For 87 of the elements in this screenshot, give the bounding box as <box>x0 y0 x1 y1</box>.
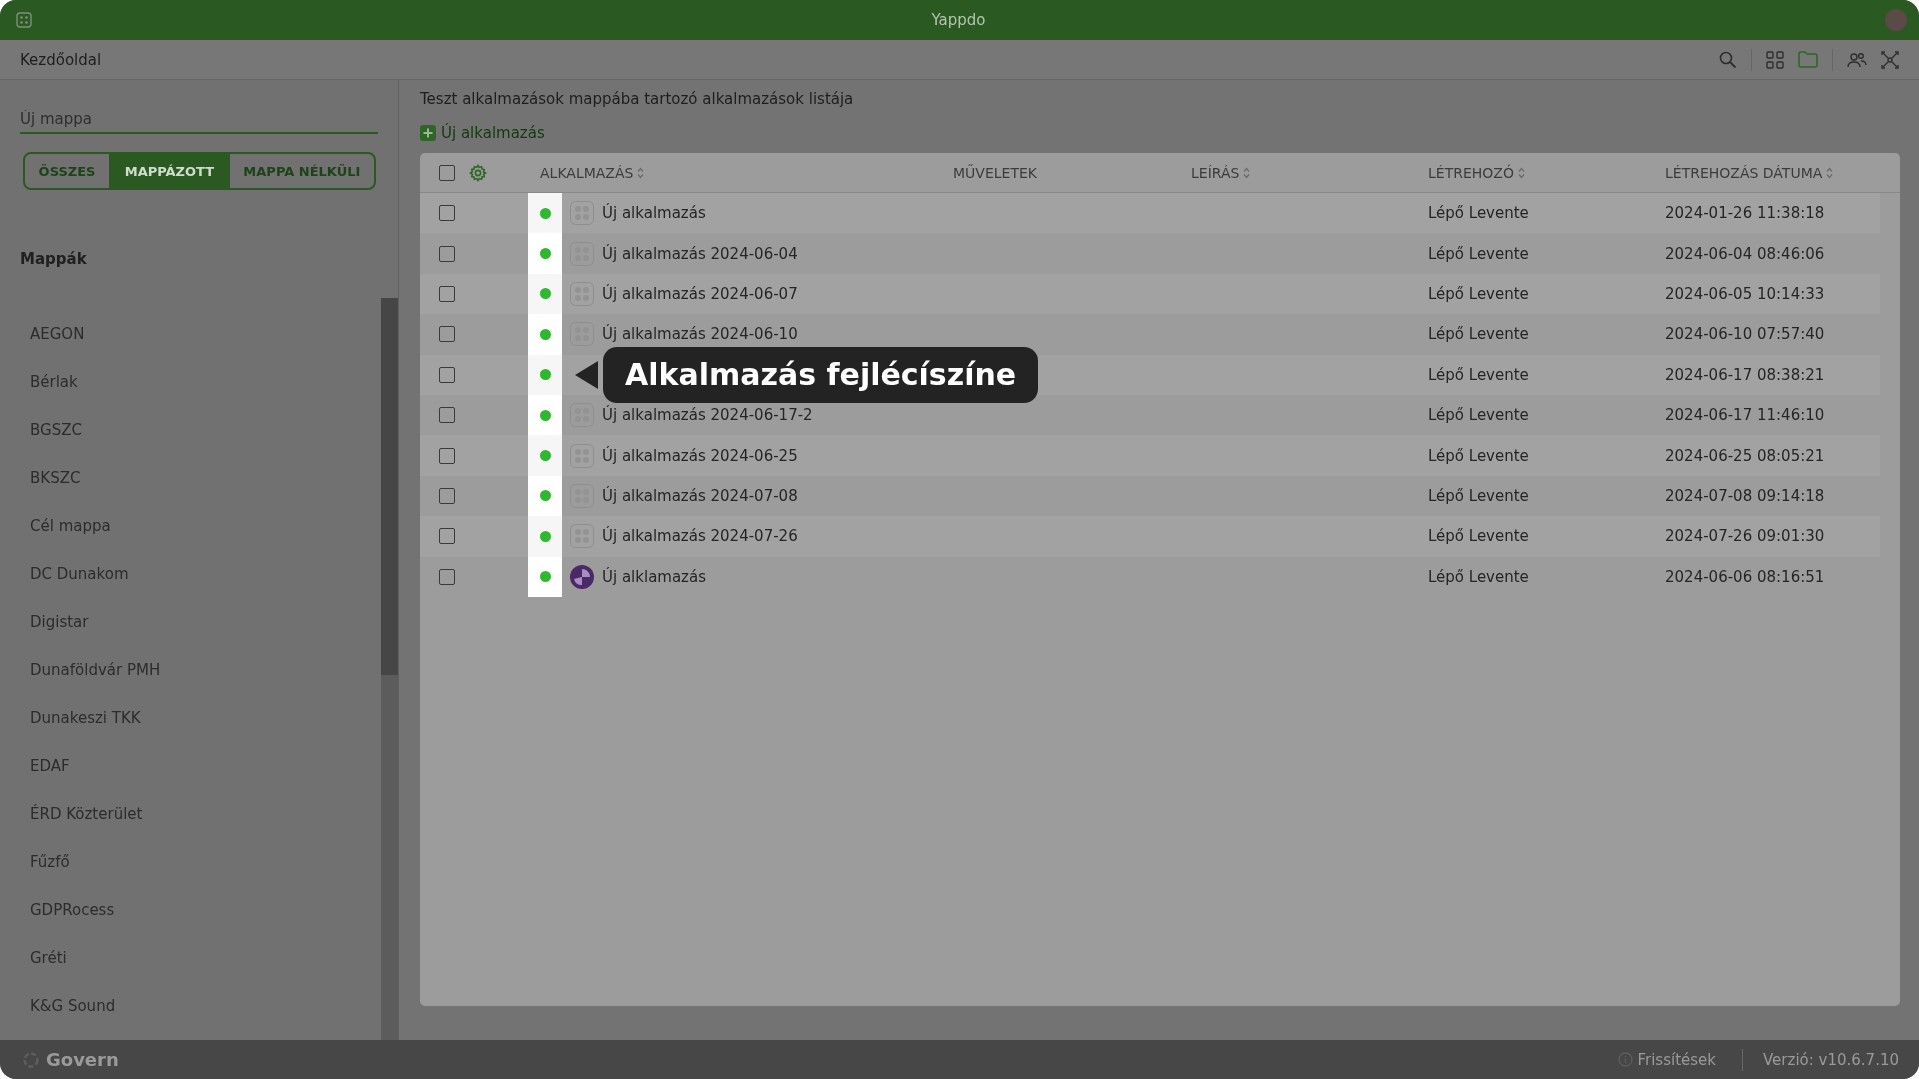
folder-item[interactable]: Gréti <box>0 934 381 982</box>
sort-icon <box>1517 166 1525 179</box>
app-name[interactable]: Új alkalmazás <box>602 204 706 223</box>
new-app-button[interactable]: Új alkalmazás <box>420 124 545 142</box>
folders-heading: Mappák <box>20 250 88 268</box>
row-checkbox[interactable] <box>439 285 455 302</box>
date-cell-text: 2024-06-05 10:14:33 <box>1665 284 1826 303</box>
apps-icon[interactable] <box>16 12 32 28</box>
column-header[interactable]: LÉTREHOZÓ <box>1428 164 1665 181</box>
scrollbar[interactable] <box>381 298 398 1040</box>
row-checkbox[interactable] <box>439 568 455 585</box>
app-name[interactable]: Új alkalmazás 2024-06-04 <box>602 244 798 263</box>
grid-icon[interactable] <box>1766 50 1784 69</box>
row-checkbox[interactable] <box>439 245 455 262</box>
row-checkbox[interactable] <box>439 407 455 424</box>
row-checkbox[interactable] <box>439 326 455 343</box>
row-checkbox[interactable] <box>439 528 455 545</box>
row-checkbox[interactable] <box>439 366 455 383</box>
tooltip-arrow <box>575 361 598 389</box>
folder-item[interactable]: Bérlak <box>0 358 381 406</box>
sort-icon <box>637 166 645 179</box>
search-icon[interactable] <box>1719 50 1737 69</box>
window-title: Yappdo <box>931 11 986 29</box>
creator-cell-text: Lépő Levente <box>1428 244 1530 263</box>
folder-item[interactable]: Digistar <box>0 598 381 646</box>
folder-item[interactable]: EDAF <box>0 742 381 790</box>
app-name[interactable]: Új alkalmazás 2024-07-08 <box>602 486 798 505</box>
select-all-checkbox[interactable] <box>439 164 455 181</box>
folder-item[interactable]: ÉRD Közterület <box>0 790 381 838</box>
date-cell-text: 2024-06-17 11:46:10 <box>1665 406 1826 425</box>
creator-cell-text: Lépő Levente <box>1428 446 1530 465</box>
folder-item[interactable]: Dunakeszi TKK <box>0 694 381 742</box>
sort-icon <box>1243 166 1251 179</box>
row-checkbox[interactable] <box>439 447 455 464</box>
info-icon <box>1617 1052 1633 1067</box>
app-name[interactable]: Új alklamazás <box>602 567 706 586</box>
brand-name: Govern <box>46 1049 119 1070</box>
new-folder-field[interactable]: Új mappa <box>20 108 378 134</box>
app-logo-icon <box>570 564 594 589</box>
network-icon[interactable] <box>1881 50 1899 69</box>
updates-link[interactable]: Frissítések <box>1611 1049 1722 1070</box>
date-cell-text: 2024-01-26 11:38:18 <box>1665 204 1826 223</box>
filter-tab[interactable]: MAPPA NÉLKÜLI <box>229 154 374 188</box>
breadcrumb[interactable]: Kezdőoldal <box>20 50 102 69</box>
creator-cell-text: Lépő Levente <box>1428 406 1530 425</box>
column-header[interactable]: LÉTREHOZÁS DÁTUMA <box>1665 164 1900 181</box>
date-cell-text: 2024-06-25 08:05:21 <box>1665 446 1826 465</box>
tooltip: Alkalmazás fejlécíszíne <box>603 347 1039 403</box>
folder-item[interactable]: Fűzfő <box>0 838 381 886</box>
date-cell-text: 2024-06-17 08:38:21 <box>1665 365 1826 384</box>
folder-item[interactable]: AEGON <box>0 310 381 358</box>
app-name[interactable]: Új alkalmazás 2024-06-10 <box>602 325 798 344</box>
plus-icon <box>420 125 436 141</box>
filter-tab[interactable]: MAPPÁZOTT <box>111 154 230 188</box>
creator-cell-text: Lépő Levente <box>1428 527 1530 546</box>
folder-item[interactable]: Cél mappa <box>0 502 381 550</box>
app-name[interactable]: Új alkalmazás 2024-06-07 <box>602 284 798 303</box>
column-header[interactable]: ALKALMAZÁS <box>528 164 953 181</box>
app-name[interactable]: Új alkalmazás 2024-06-17-2 <box>602 406 813 425</box>
page-title: Teszt alkalmazások mappába tartozó alkalmazások listája <box>420 90 855 110</box>
folder-item[interactable]: GDPRocess <box>0 886 381 934</box>
date-cell-text: 2024-07-08 09:14:18 <box>1665 486 1826 505</box>
folder-item[interactable]: DC Dunakom <box>0 550 381 598</box>
creator-cell-text: Lépő Levente <box>1428 284 1530 303</box>
date-cell-text: 2024-07-26 09:01:30 <box>1665 527 1826 546</box>
row-checkbox[interactable] <box>439 487 455 504</box>
folder-item[interactable]: BKSZC <box>0 454 381 502</box>
creator-cell-text: Lépő Levente <box>1428 204 1530 223</box>
date-cell-text: 2024-06-06 08:16:51 <box>1665 567 1826 586</box>
app-name[interactable]: Új alkalmazás 2024-07-26 <box>602 527 798 546</box>
creator-cell-text: Lépő Levente <box>1428 325 1530 344</box>
folder-item[interactable]: BGSZC <box>0 406 381 454</box>
date-cell-text: 2024-06-04 08:46:06 <box>1665 244 1826 263</box>
date-cell-text: 2024-06-10 07:57:40 <box>1665 325 1826 344</box>
folder-item[interactable]: Dunaföldvár PMH <box>0 646 381 694</box>
column-header[interactable]: LEÍRÁS <box>1191 164 1428 181</box>
creator-cell-text: Lépő Levente <box>1428 567 1530 586</box>
creator-cell-text: Lépő Levente <box>1428 365 1530 384</box>
users-icon[interactable] <box>1847 51 1867 68</box>
version-label: Verzió: v10.6.7.10 <box>1763 1050 1899 1069</box>
row-checkbox[interactable] <box>439 205 455 222</box>
folder-item[interactable]: K&G Sound <box>0 982 381 1030</box>
creator-cell-text: Lépő Levente <box>1428 486 1530 505</box>
app-name[interactable]: Új alkalmazás 2024-06-25 <box>602 446 798 465</box>
sort-icon <box>1826 166 1834 179</box>
column-header: MŰVELETEK <box>953 164 1038 181</box>
settings-icon[interactable] <box>469 163 487 182</box>
